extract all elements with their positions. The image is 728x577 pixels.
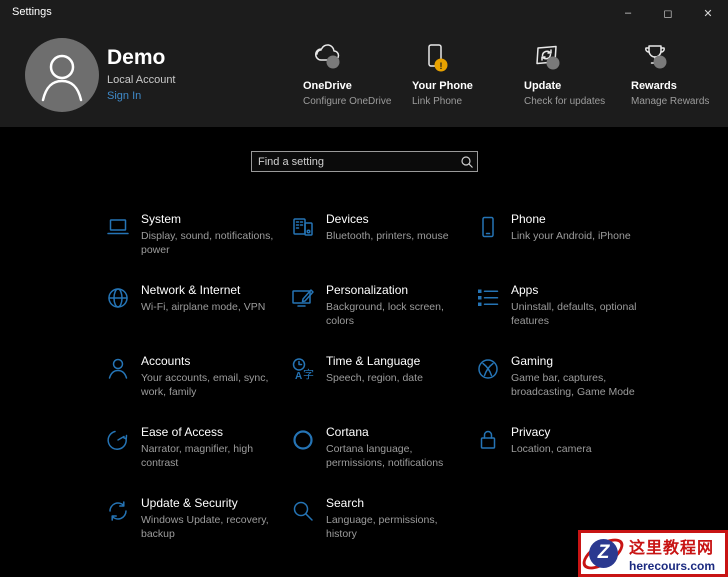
quick-action-onedrive[interactable]: OneDrive Configure OneDrive bbox=[303, 42, 415, 107]
quick-action-your-phone[interactable]: ! Your Phone Link Phone bbox=[412, 42, 524, 107]
quick-action-title: Your Phone bbox=[412, 80, 524, 92]
tile-title: Personalization bbox=[326, 283, 466, 297]
tile-update-security[interactable]: Update & Security Windows Update, recove… bbox=[105, 496, 290, 567]
tile-ease-of-access[interactable]: Ease of Access Narrator, magnifier, high… bbox=[105, 425, 290, 496]
your-phone-icon: ! bbox=[412, 42, 524, 78]
window-title: Settings bbox=[12, 6, 52, 18]
tile-cortana[interactable]: Cortana Cortana language, permissions, n… bbox=[290, 425, 475, 496]
tile-desc: Background, lock screen, colors bbox=[326, 300, 466, 328]
system-icon bbox=[105, 214, 131, 240]
account-type: Local Account bbox=[107, 74, 176, 86]
tile-desc: Windows Update, recovery, backup bbox=[141, 513, 281, 541]
watermark-site-name: 这里教程网 bbox=[629, 534, 715, 558]
logo-letter: Z bbox=[589, 539, 618, 568]
phone-icon bbox=[475, 214, 501, 240]
tile-title: Update & Security bbox=[141, 496, 281, 510]
gaming-icon bbox=[475, 356, 501, 382]
user-name: Demo bbox=[107, 46, 165, 70]
tile-personalization[interactable]: Personalization Background, lock screen,… bbox=[290, 283, 475, 354]
personalization-icon bbox=[290, 285, 316, 311]
settings-grid: System Display, sound, notifications, po… bbox=[105, 212, 675, 567]
privacy-icon bbox=[475, 427, 501, 453]
cortana-icon bbox=[290, 427, 316, 453]
tile-title: Ease of Access bbox=[141, 425, 281, 439]
tile-devices[interactable]: Devices Bluetooth, printers, mouse bbox=[290, 212, 475, 283]
tile-desc: Link your Android, iPhone bbox=[511, 229, 651, 243]
window-controls: – ◻ ✕ bbox=[608, 0, 728, 26]
svg-text:字: 字 bbox=[303, 367, 314, 381]
quick-action-subtitle: Check for updates bbox=[524, 96, 636, 107]
search-tile-icon bbox=[290, 498, 316, 524]
tile-search[interactable]: Search Language, permissions, history bbox=[290, 496, 475, 567]
onedrive-icon bbox=[303, 42, 415, 78]
update-security-icon bbox=[105, 498, 131, 524]
tile-desc: Game bar, captures, broadcasting, Game M… bbox=[511, 371, 651, 399]
titlebar: Settings – ◻ ✕ bbox=[0, 0, 728, 26]
quick-action-subtitle: Manage Rewards bbox=[631, 96, 728, 107]
tile-phone[interactable]: Phone Link your Android, iPhone bbox=[475, 212, 660, 283]
tile-desc: Wi-Fi, airplane mode, VPN bbox=[141, 300, 281, 314]
tile-desc: Cortana language, permissions, notificat… bbox=[326, 442, 466, 470]
tile-desc: Bluetooth, printers, mouse bbox=[326, 229, 466, 243]
rewards-icon bbox=[631, 42, 728, 78]
tile-title: Search bbox=[326, 496, 466, 510]
tile-accounts[interactable]: Accounts Your accounts, email, sync, wor… bbox=[105, 354, 290, 425]
quick-action-title: Rewards bbox=[631, 80, 728, 92]
update-status-icon bbox=[524, 42, 636, 78]
tile-title: Cortana bbox=[326, 425, 466, 439]
svg-text:!: ! bbox=[440, 61, 443, 71]
quick-action-rewards[interactable]: Rewards Manage Rewards bbox=[631, 42, 728, 107]
quick-action-subtitle: Link Phone bbox=[412, 96, 524, 107]
tile-desc: Language, permissions, history bbox=[326, 513, 466, 541]
tile-system[interactable]: System Display, sound, notifications, po… bbox=[105, 212, 290, 283]
tile-desc: Your accounts, email, sync, work, family bbox=[141, 371, 281, 399]
quick-action-subtitle: Configure OneDrive bbox=[303, 96, 415, 107]
tile-title: Gaming bbox=[511, 354, 651, 368]
tile-title: Devices bbox=[326, 212, 466, 226]
settings-window: Settings – ◻ ✕ Demo Local Account Sign I… bbox=[0, 0, 728, 577]
tile-desc: Display, sound, notifications, power bbox=[141, 229, 281, 257]
person-icon bbox=[25, 38, 99, 112]
maximize-button[interactable]: ◻ bbox=[648, 0, 688, 26]
tile-desc: Speech, region, date bbox=[326, 371, 466, 385]
ease-of-access-icon bbox=[105, 427, 131, 453]
minimize-button[interactable]: – bbox=[608, 0, 648, 26]
watermark-site-url: herecours.com bbox=[629, 559, 715, 573]
tile-gaming[interactable]: Gaming Game bar, captures, broadcasting,… bbox=[475, 354, 660, 425]
header: Settings – ◻ ✕ Demo Local Account Sign I… bbox=[0, 0, 728, 127]
time-language-icon: A 字 bbox=[290, 356, 316, 382]
sign-in-link[interactable]: Sign In bbox=[107, 90, 141, 102]
tile-privacy[interactable]: Privacy Location, camera bbox=[475, 425, 660, 496]
tile-title: Privacy bbox=[511, 425, 651, 439]
search-input[interactable] bbox=[252, 156, 457, 168]
watermark-logo-icon: Z bbox=[583, 534, 625, 574]
tile-title: Accounts bbox=[141, 354, 281, 368]
apps-icon bbox=[475, 285, 501, 311]
accounts-icon bbox=[105, 356, 131, 382]
tile-network[interactable]: Network & Internet Wi-Fi, airplane mode,… bbox=[105, 283, 290, 354]
search-icon[interactable] bbox=[457, 155, 477, 169]
watermark: Z 这里教程网 herecours.com bbox=[578, 530, 728, 577]
network-icon bbox=[105, 285, 131, 311]
svg-text:A: A bbox=[295, 371, 302, 382]
tile-desc: Location, camera bbox=[511, 442, 651, 456]
tile-title: Apps bbox=[511, 283, 651, 297]
tile-apps[interactable]: Apps Uninstall, defaults, optional featu… bbox=[475, 283, 660, 354]
tile-time-language[interactable]: A 字 Time & Language Speech, region, date bbox=[290, 354, 475, 425]
quick-action-update[interactable]: Update Check for updates bbox=[524, 42, 636, 107]
tile-desc: Narrator, magnifier, high contrast bbox=[141, 442, 281, 470]
quick-action-title: OneDrive bbox=[303, 80, 415, 92]
tile-desc: Uninstall, defaults, optional features bbox=[511, 300, 651, 328]
quick-action-title: Update bbox=[524, 80, 636, 92]
tile-title: Phone bbox=[511, 212, 651, 226]
devices-icon bbox=[290, 214, 316, 240]
search-box bbox=[251, 151, 478, 172]
tile-title: System bbox=[141, 212, 281, 226]
tile-title: Network & Internet bbox=[141, 283, 281, 297]
close-button[interactable]: ✕ bbox=[688, 0, 728, 26]
avatar bbox=[25, 38, 99, 112]
tile-title: Time & Language bbox=[326, 354, 466, 368]
